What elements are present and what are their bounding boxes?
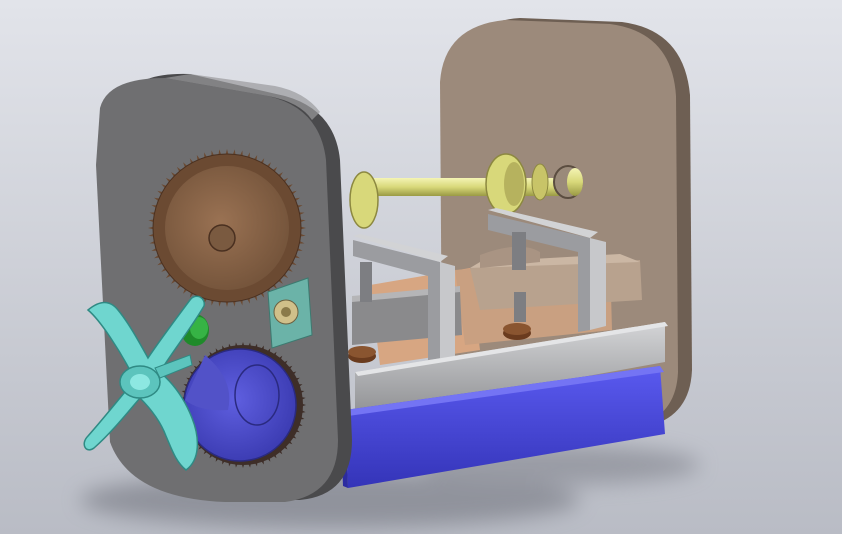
gear-bore — [208, 224, 236, 252]
shaft-collar-front — [349, 171, 379, 229]
cad-viewport[interactable] — [0, 0, 842, 534]
mechanism-assembly-render — [0, 0, 842, 534]
left-post — [360, 262, 372, 302]
cross-hub-center — [130, 374, 150, 390]
shaft-collar-rear — [531, 163, 549, 201]
right-post-lower — [514, 292, 526, 322]
blue-gear-disc[interactable] — [180, 342, 306, 468]
shaft-end — [567, 168, 583, 196]
right-post — [512, 232, 526, 270]
cam-disc-hub — [504, 162, 524, 206]
large-gear[interactable] — [148, 149, 306, 307]
